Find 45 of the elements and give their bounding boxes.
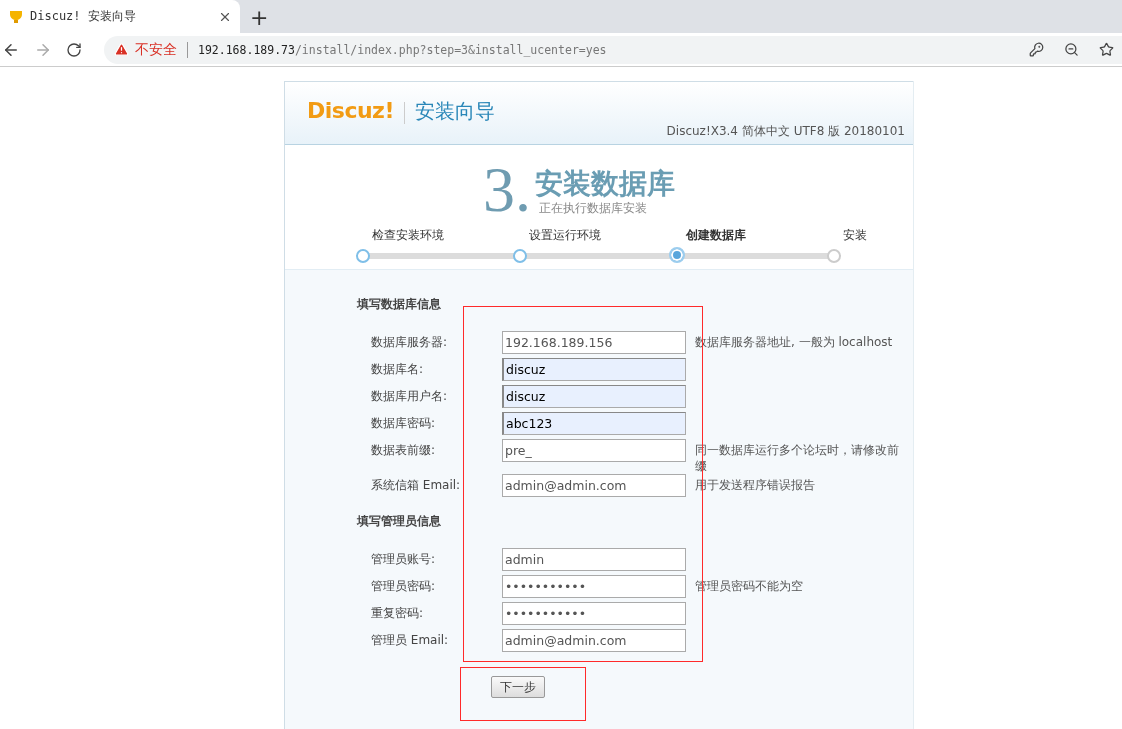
logo-text: Discuz! xyxy=(307,98,394,123)
input-field[interactable]: discuz xyxy=(502,385,686,408)
input-field[interactable]: admin@admin.com xyxy=(502,629,686,652)
step-label: 创建数据库 xyxy=(686,227,747,244)
input-field[interactable]: ••••••••••• xyxy=(502,602,686,625)
key-icon[interactable] xyxy=(1029,42,1044,57)
browser-tab[interactable]: Discuz! 安装向导 xyxy=(0,0,240,33)
security-label: 不安全 xyxy=(135,40,177,59)
input-field[interactable]: ••••••••••• xyxy=(502,575,686,598)
step-label: 设置运行环境 xyxy=(529,227,602,244)
field-label: 数据库密码: xyxy=(371,415,437,432)
url-text: 192.168.189.73/install/index.php?step=3&install_ucenter=yes xyxy=(198,42,608,57)
step-subtitle: 正在执行数据库安装 xyxy=(539,200,648,217)
input-field[interactable]: admin@admin.com xyxy=(502,474,686,497)
input-field[interactable]: 192.168.189.156 xyxy=(502,331,686,354)
new-tab-button[interactable]: + xyxy=(250,7,269,29)
field-label: 管理员密码: xyxy=(371,578,437,595)
reload-icon[interactable] xyxy=(66,41,82,58)
section-title: 填写管理员信息 xyxy=(357,513,442,530)
step-title: 安装数据库 xyxy=(535,169,675,200)
field-label: 数据表前缀: xyxy=(371,442,437,459)
field-label: 管理员 Email: xyxy=(371,632,450,649)
address-bar[interactable]: 不安全 192.168.189.73/install/index.php?step=3&install_ucenter=yes xyxy=(104,35,1122,64)
step-number: 3. xyxy=(483,161,531,219)
input-field[interactable]: discuz xyxy=(502,358,686,381)
warning-icon xyxy=(114,42,129,57)
input-field[interactable]: pre_ xyxy=(502,439,686,462)
field-label: 系统信箱 Email: xyxy=(371,477,462,494)
field-label: 管理员账号: xyxy=(371,551,437,568)
zoom-out-icon[interactable] xyxy=(1064,42,1079,57)
trophy-icon xyxy=(8,8,24,25)
tab-title: Discuz! 安装向导 xyxy=(30,8,137,25)
field-label: 数据库服务器: xyxy=(371,334,449,351)
field-label: 数据库用户名: xyxy=(371,388,449,405)
step-label: 安装 xyxy=(843,227,868,244)
next-button[interactable]: 下一步 xyxy=(491,676,545,698)
star-icon[interactable] xyxy=(1099,42,1114,57)
section-title: 填写数据库信息 xyxy=(357,296,442,313)
header-title: 安装向导 xyxy=(414,98,495,125)
version-text: Discuz!X3.4 简体中文 UTF8 版 20180101 xyxy=(666,123,905,140)
input-field[interactable]: abc123 xyxy=(502,412,686,435)
step-label: 检查安装环境 xyxy=(372,227,445,244)
field-label: 重复密码: xyxy=(371,605,425,622)
input-field[interactable]: admin xyxy=(502,548,686,571)
field-label: 数据库名: xyxy=(371,361,425,378)
